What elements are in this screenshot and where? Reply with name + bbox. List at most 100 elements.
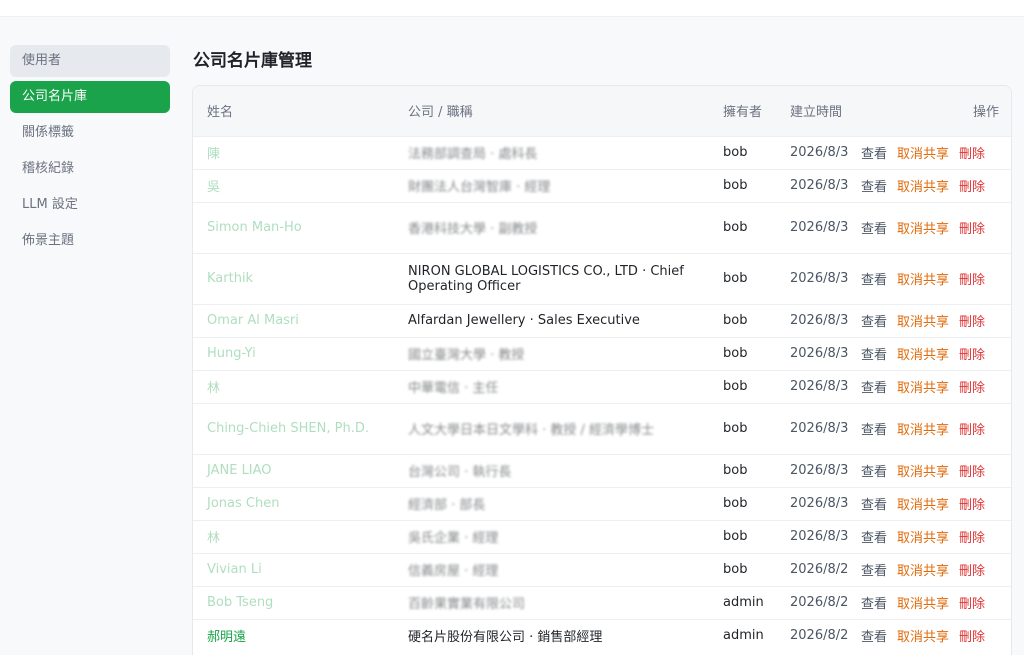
row-created: 2026/8/3 xyxy=(776,135,861,169)
row-owner: bob xyxy=(709,252,776,304)
view-button[interactable]: 查看 xyxy=(861,348,887,363)
sidebar-item-audit-log[interactable]: 稽核紀錄 xyxy=(10,153,170,185)
unshare-button[interactable]: 取消共享 xyxy=(897,531,949,546)
row-name[interactable]: Karthik xyxy=(193,252,394,304)
row-name[interactable]: 林 xyxy=(193,519,394,553)
delete-button[interactable]: 刪除 xyxy=(959,273,985,288)
sidebar-item-llm-settings[interactable]: LLM 設定 xyxy=(10,189,170,221)
row-owner: bob xyxy=(709,168,776,202)
view-button[interactable]: 查看 xyxy=(861,465,887,480)
row-actions: 查看 取消共享 刪除 xyxy=(861,552,1011,586)
row-company-text: 吳氏企業 · 經理 xyxy=(408,531,499,546)
row-name[interactable]: 郝明遠 xyxy=(193,618,394,652)
view-button[interactable]: 查看 xyxy=(861,564,887,579)
unshare-button[interactable]: 取消共享 xyxy=(897,498,949,513)
delete-button[interactable]: 刪除 xyxy=(959,315,985,330)
header-created[interactable]: 建立時間 xyxy=(776,86,861,136)
row-actions: 查看 取消共享 刪除 xyxy=(861,402,1011,454)
header-company[interactable]: 公司 / 職稱 xyxy=(394,86,709,136)
row-company-text: 中華電信 · 主任 xyxy=(408,381,499,396)
row-company-text: 台灣公司 · 執行長 xyxy=(408,465,512,480)
row-company-text: 財團法人台灣智庫 · 經理 xyxy=(408,180,551,195)
sidebar-item-theme[interactable]: 佈景主題 xyxy=(10,225,170,257)
row-actions: 查看 取消共享 刪除 xyxy=(861,486,1011,520)
header-name[interactable]: 姓名 xyxy=(193,86,394,136)
delete-button[interactable]: 刪除 xyxy=(959,381,985,396)
delete-button[interactable]: 刪除 xyxy=(959,180,985,195)
view-button[interactable]: 查看 xyxy=(861,423,887,438)
row-created: 2026/8/3 xyxy=(776,402,861,454)
row-name[interactable]: Vivian Li xyxy=(193,552,394,586)
row-actions: 查看 取消共享 刪除 xyxy=(861,585,1011,619)
row-name-text: Ching-Chieh SHEN, Ph.D. xyxy=(207,421,369,436)
row-name[interactable]: Omar Al Masri xyxy=(193,303,394,337)
delete-button[interactable]: 刪除 xyxy=(959,465,985,480)
row-name[interactable]: 吳 xyxy=(193,168,394,202)
row-name[interactable]: 林 xyxy=(193,369,394,403)
row-actions: 查看 取消共享 刪除 xyxy=(861,135,1011,169)
unshare-button[interactable]: 取消共享 xyxy=(897,147,949,162)
unshare-button[interactable]: 取消共享 xyxy=(897,465,949,480)
unshare-button[interactable]: 取消共享 xyxy=(897,222,949,237)
row-name[interactable]: Hung-Yi xyxy=(193,336,394,370)
sidebar: 使用者 公司名片庫 關係標籤 稽核紀錄 LLM 設定 佈景主題 xyxy=(10,45,170,261)
view-button[interactable]: 查看 xyxy=(861,315,887,330)
unshare-button[interactable]: 取消共享 xyxy=(897,381,949,396)
delete-button[interactable]: 刪除 xyxy=(959,348,985,363)
view-button[interactable]: 查看 xyxy=(861,147,887,162)
view-button[interactable]: 查看 xyxy=(861,381,887,396)
row-name[interactable]: Ching-Chieh SHEN, Ph.D. xyxy=(193,402,394,454)
row-name[interactable]: Bob Tseng xyxy=(193,585,394,619)
table-row: 林 吳氏企業 · 經理 bob 2026/8/3 查看 取消共享 刪除 xyxy=(193,519,1011,553)
delete-button[interactable]: 刪除 xyxy=(959,564,985,579)
delete-button[interactable]: 刪除 xyxy=(959,423,985,438)
table-row: Jonas Chen 經濟部 · 部長 bob 2026/8/3 查看 取消共享 刪除 xyxy=(193,486,1011,520)
row-name-text: Omar Al Masri xyxy=(207,313,299,328)
row-company: 台灣公司 · 執行長 xyxy=(394,453,709,487)
row-name-text: 吳 xyxy=(207,180,221,195)
delete-button[interactable]: 刪除 xyxy=(959,630,985,645)
view-button[interactable]: 查看 xyxy=(861,531,887,546)
row-company-text: 法務部調查局 · 處科長 xyxy=(408,147,538,162)
view-button[interactable]: 查看 xyxy=(861,222,887,237)
row-actions: 查看 取消共享 刪除 xyxy=(861,252,1011,304)
sidebar-item-users[interactable]: 使用者 xyxy=(10,45,170,77)
sidebar-item-relationship-tags[interactable]: 關係標籤 xyxy=(10,117,170,149)
row-name[interactable]: Jonas Chen xyxy=(193,486,394,520)
view-button[interactable]: 查看 xyxy=(861,630,887,645)
row-actions: 查看 取消共享 刪除 xyxy=(861,201,1011,253)
unshare-button[interactable]: 取消共享 xyxy=(897,273,949,288)
unshare-button[interactable]: 取消共享 xyxy=(897,423,949,438)
view-button[interactable]: 查看 xyxy=(861,180,887,195)
unshare-button[interactable]: 取消共享 xyxy=(897,630,949,645)
unshare-button[interactable]: 取消共享 xyxy=(897,315,949,330)
row-company: 信義房屋 · 經理 xyxy=(394,552,709,586)
delete-button[interactable]: 刪除 xyxy=(959,597,985,612)
unshare-button[interactable]: 取消共享 xyxy=(897,597,949,612)
unshare-button[interactable]: 取消共享 xyxy=(897,180,949,195)
header-owner[interactable]: 擁有者 xyxy=(709,86,776,136)
row-name[interactable]: 陳 xyxy=(193,135,394,169)
delete-button[interactable]: 刪除 xyxy=(959,147,985,162)
table-row: 郝明遠 硬名片股份有限公司 · 銷售部經理 admin 2026/8/2 查看 取消共享刪… xyxy=(193,618,1011,652)
table-row: Simon Man-Ho 香港科技大學 · 副教授 bob 2026/8/3 查看 取消共… xyxy=(193,201,1011,253)
row-actions: 查看 取消共享 刪除 xyxy=(861,618,1011,652)
view-button[interactable]: 查看 xyxy=(861,597,887,612)
table-row: Ching-Chieh SHEN, Ph.D. 人文大學日本日文學科 · 教授 /… xyxy=(193,402,1011,454)
top-bar xyxy=(0,0,1024,17)
view-button[interactable]: 查看 xyxy=(861,498,887,513)
table-row: Hung-Yi 國立臺灣大學 · 教授 bob 2026/8/3 查看 取消共享 刪除 xyxy=(193,336,1011,370)
row-company-text: 經濟部 · 部長 xyxy=(408,498,486,513)
unshare-button[interactable]: 取消共享 xyxy=(897,348,949,363)
table-row: 陳 法務部調查局 · 處科長 bob 2026/8/3 查看 取消共享 刪除 xyxy=(193,135,1011,169)
row-name[interactable]: JANE LIAO xyxy=(193,453,394,487)
delete-button[interactable]: 刪除 xyxy=(959,222,985,237)
view-button[interactable]: 查看 xyxy=(861,273,887,288)
delete-button[interactable]: 刪除 xyxy=(959,531,985,546)
row-company-text: 國立臺灣大學 · 教授 xyxy=(408,348,525,363)
delete-button[interactable]: 刪除 xyxy=(959,498,985,513)
unshare-button[interactable]: 取消共享 xyxy=(897,564,949,579)
sidebar-item-company-cards[interactable]: 公司名片庫 xyxy=(10,81,170,113)
row-name[interactable]: Simon Man-Ho xyxy=(193,201,394,253)
row-company: 香港科技大學 · 副教授 xyxy=(394,201,709,253)
